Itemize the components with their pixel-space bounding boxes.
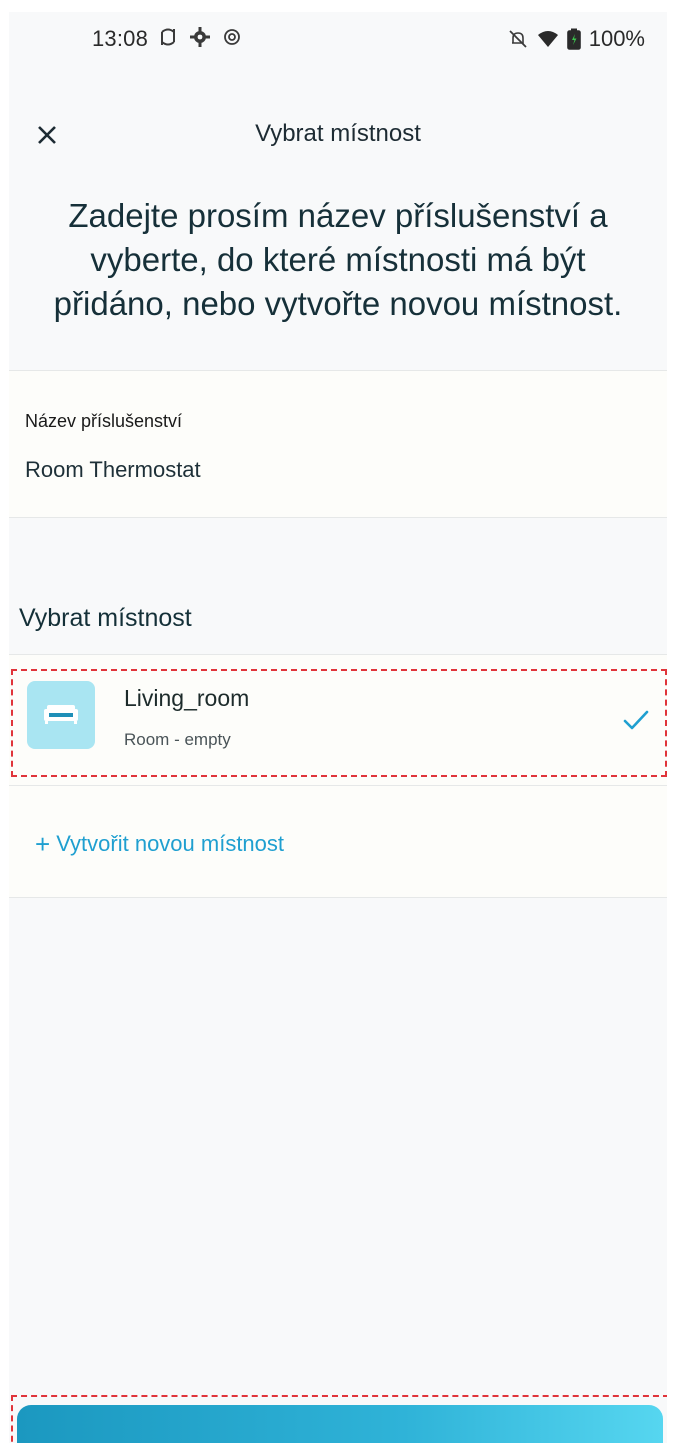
mute-icon xyxy=(509,30,527,48)
status-bar: 13:08 100% xyxy=(9,12,667,64)
accessory-name-label: Název příslušenství xyxy=(25,411,183,431)
plus-icon: + xyxy=(35,829,51,859)
gear-icon xyxy=(190,27,210,47)
create-room-label: Vytvořit novou místnost xyxy=(56,831,285,856)
accessory-name-field[interactable]: Room Thermostat xyxy=(25,457,201,483)
sofa-icon xyxy=(27,681,95,749)
battery-percent: 100% xyxy=(588,26,645,51)
room-subtitle: Room - empty xyxy=(124,730,231,749)
continue-button-wrapper: Pokračovat xyxy=(11,1395,667,1443)
divider xyxy=(9,785,667,786)
page-title: Vybrat místnost xyxy=(255,120,421,147)
room-name: Living_room xyxy=(124,685,250,711)
create-room-button[interactable]: + Vytvořit novou místnost xyxy=(35,831,284,857)
room-section-title: Vybrat místnost xyxy=(19,604,192,632)
battery-icon xyxy=(566,28,581,50)
accessory-name-card: Název příslušenství Room Thermostat xyxy=(9,370,667,518)
check-icon xyxy=(623,710,649,730)
settings-outline-icon xyxy=(224,29,240,45)
room-item-living-room[interactable]: Living_room Room - empty xyxy=(11,669,667,777)
status-right: 100% xyxy=(507,26,645,52)
instruction-text: Zadejte prosím název příslušenství a vyb… xyxy=(53,197,623,322)
continue-button[interactable]: Pokračovat xyxy=(17,1405,663,1443)
wifi-icon xyxy=(537,31,558,47)
room-list-card: Living_room Room - empty + Vytvořit novo… xyxy=(9,654,667,898)
sync-icon xyxy=(161,28,175,46)
status-time: 13:08 xyxy=(92,26,149,51)
screen: 13:08 100% Vybrat místnost Zadejte prosí… xyxy=(9,12,667,1443)
